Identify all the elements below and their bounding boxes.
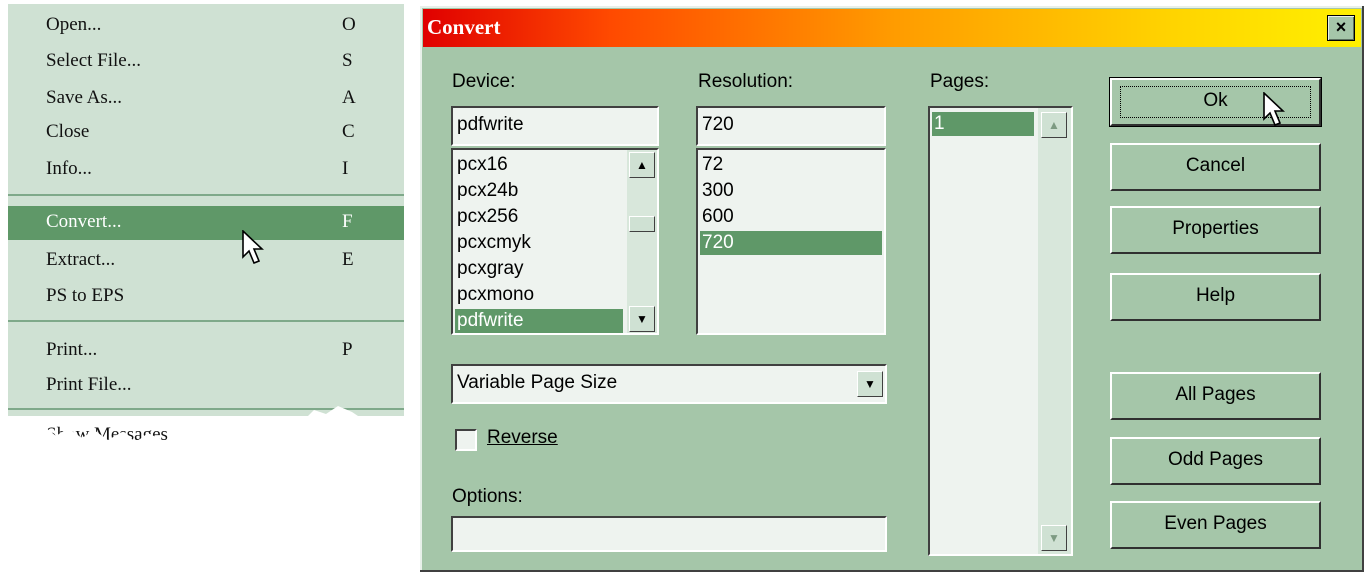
dialog-title: Convert — [427, 15, 501, 39]
menu-item-shortcut: S — [342, 50, 353, 71]
list-item[interactable]: 600 — [700, 205, 882, 229]
pages-list[interactable]: 1 ▲ ▼ — [928, 106, 1073, 556]
torn-edge — [8, 406, 404, 460]
list-item[interactable]: 72 — [700, 153, 882, 177]
menu-item-label: Info... — [46, 158, 92, 179]
menu-item-label: Open... — [46, 14, 102, 35]
menu-item-shortcut: E — [342, 249, 354, 270]
menu-item-shortcut: P — [342, 339, 353, 360]
cancel-button[interactable]: Cancel — [1110, 143, 1321, 191]
options-input[interactable] — [451, 516, 887, 552]
menu-separator — [8, 320, 404, 322]
list-item[interactable]: pcxmono — [455, 283, 623, 307]
menu-item-shortcut: C — [342, 121, 355, 142]
menu-separator — [8, 194, 404, 196]
list-item[interactable]: pcx24b — [455, 179, 623, 203]
menu-item-convert[interactable]: Convert... F — [8, 206, 404, 240]
even-pages-button[interactable]: Even Pages — [1110, 501, 1321, 549]
scroll-thumb[interactable] — [629, 216, 655, 232]
properties-button[interactable]: Properties — [1110, 206, 1321, 254]
menu-item-select-file[interactable]: Select File... S — [8, 48, 404, 76]
menu-item-print[interactable]: Print... P — [8, 337, 404, 365]
device-list[interactable]: pcx16 pcx24b pcx256 pcxcmyk pcxgray pcxm… — [451, 148, 659, 335]
resolution-label: Resolution: — [698, 71, 794, 92]
menu-item-shortcut: I — [342, 158, 349, 179]
menu-item-save-as[interactable]: Save As... A — [8, 85, 404, 113]
menu-item-extract[interactable]: Extract... E — [8, 247, 404, 275]
down-arrow-icon[interactable]: ▼ — [1041, 525, 1067, 551]
all-pages-button[interactable]: All Pages — [1110, 372, 1321, 420]
up-arrow-icon[interactable]: ▲ — [1041, 112, 1067, 138]
menu-item-label: Save As... — [46, 87, 122, 108]
menu-item-shortcut: A — [342, 87, 356, 108]
menu-item-label: Extract... — [46, 249, 116, 270]
list-item-selected[interactable]: 720 — [700, 231, 882, 255]
menu-item-label: Print... — [46, 339, 98, 360]
device-input[interactable]: pdfwrite — [451, 106, 659, 146]
odd-pages-button[interactable]: Odd Pages — [1110, 437, 1321, 485]
mouse-pointer-icon — [1263, 92, 1286, 127]
menu-item-info[interactable]: Info... I — [8, 156, 404, 184]
pages-scrollbar[interactable]: ▲ ▼ — [1038, 108, 1071, 554]
menu-item-print-file[interactable]: Print File... — [8, 372, 404, 400]
menu-item-label: PS to EPS — [46, 285, 125, 306]
page-size-select[interactable]: Variable Page Size ▼ — [451, 364, 887, 404]
resolution-list[interactable]: 72 300 600 720 — [696, 148, 886, 335]
ok-button[interactable]: Ok — [1109, 77, 1322, 127]
reverse-label[interactable]: Reverse — [487, 427, 558, 449]
resolution-input-value: 720 — [702, 114, 734, 135]
options-label: Options: — [452, 486, 523, 507]
list-item[interactable]: pcx256 — [455, 205, 623, 229]
menu-item-shortcut: F — [342, 211, 353, 232]
resolution-input[interactable]: 720 — [696, 106, 886, 146]
list-item[interactable]: pcx16 — [455, 153, 623, 177]
device-label: Device: — [452, 71, 516, 92]
list-item[interactable]: pcxcmyk — [455, 231, 623, 255]
mouse-pointer-icon — [242, 230, 265, 265]
menu-item-label: Select File... — [46, 50, 141, 71]
page-size-value: Variable Page Size — [457, 372, 618, 393]
menu-item-ps-to-eps[interactable]: PS to EPS — [8, 283, 404, 311]
chevron-down-icon[interactable]: ▼ — [857, 371, 883, 397]
list-item-selected[interactable]: pdfwrite — [455, 309, 623, 333]
device-input-value: pdfwrite — [457, 114, 524, 135]
convert-dialog: Convert × Device: pdfwrite pcx16 pcx24b … — [420, 6, 1364, 572]
menu-item-label: Convert... — [46, 211, 122, 232]
list-item[interactable]: 300 — [700, 179, 882, 203]
menu-item-label: Close — [46, 121, 90, 142]
close-button[interactable]: × — [1327, 15, 1355, 41]
pages-label: Pages: — [930, 71, 990, 92]
menu-item-close[interactable]: Close C — [8, 119, 404, 147]
reverse-label-text: Reverse — [487, 427, 558, 448]
list-item[interactable]: pcxgray — [455, 257, 623, 281]
list-item-selected[interactable]: 1 — [932, 112, 1034, 136]
help-button[interactable]: Help — [1110, 273, 1321, 321]
menu-item-open[interactable]: Open... O — [8, 12, 404, 40]
menu-item-label: Print File... — [46, 374, 132, 395]
title-bar[interactable]: Convert × — [423, 9, 1361, 47]
down-arrow-icon[interactable]: ▼ — [629, 306, 655, 332]
file-menu: Open... O Select File... S Save As... A … — [8, 4, 404, 460]
device-scrollbar[interactable]: ▲ ▼ — [627, 150, 657, 333]
menu-item-shortcut: O — [342, 14, 356, 35]
up-arrow-icon[interactable]: ▲ — [629, 152, 655, 178]
reverse-checkbox[interactable] — [455, 429, 477, 451]
